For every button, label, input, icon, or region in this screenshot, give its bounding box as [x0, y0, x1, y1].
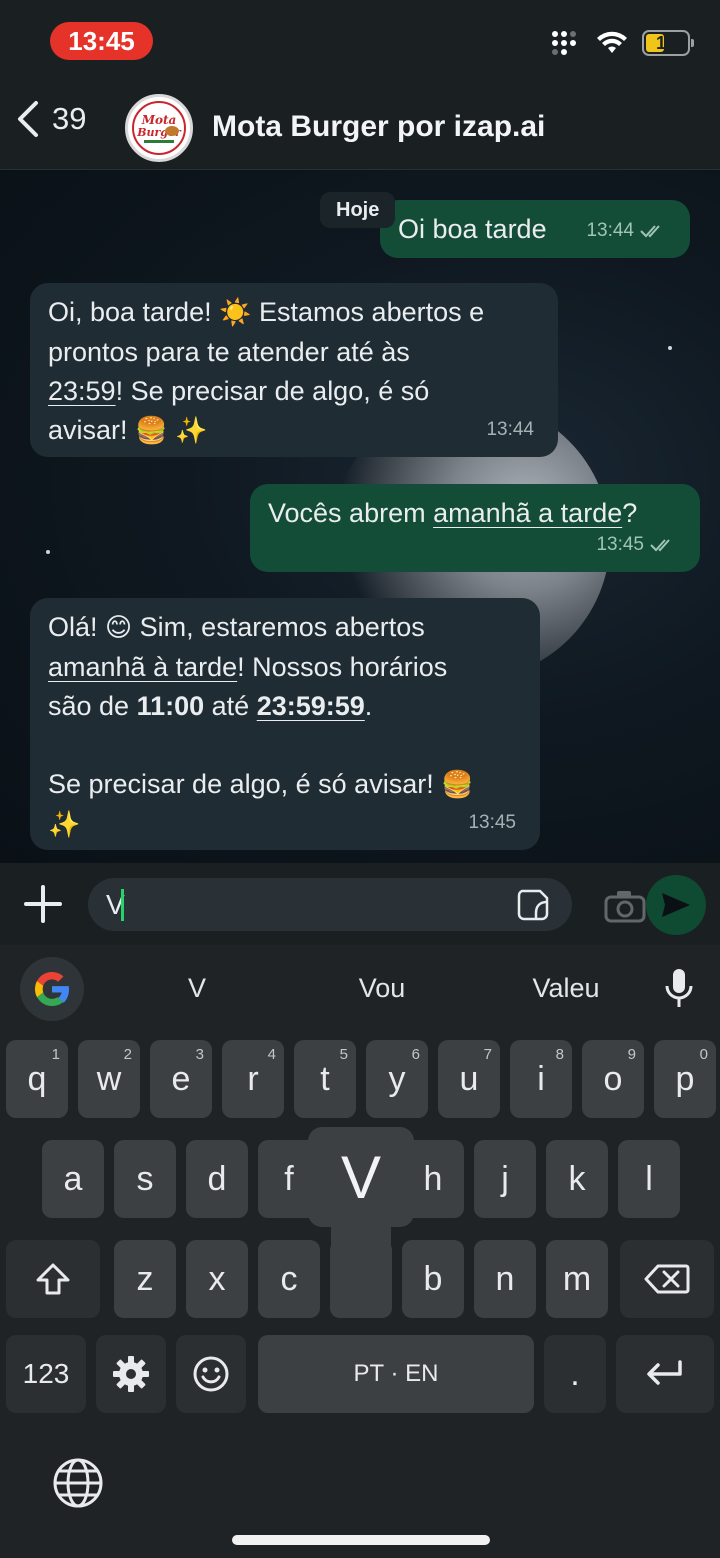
key-p[interactable]: p0 — [654, 1040, 716, 1118]
home-indicator — [232, 1535, 490, 1545]
key-b[interactable]: b — [402, 1240, 464, 1318]
suggestion-1[interactable]: V — [122, 973, 272, 1004]
smile-emoji-icon: 😊 — [105, 613, 133, 643]
burger-emoji-icon: 🍔 — [135, 416, 168, 446]
status-icons: 18 — [552, 30, 694, 56]
shift-icon — [36, 1263, 70, 1295]
message-list[interactable]: Hoje Oi boa tarde 13:44 Oi, boa tarde! ☀… — [0, 170, 720, 863]
suggestion-strip: V Vou Valeu — [0, 945, 720, 1033]
key-d[interactable]: d — [186, 1140, 248, 1218]
keyboard: V Vou Valeu q1 w2 e3 r4 t5 y6 u7 i8 o9 p… — [0, 945, 720, 1558]
backspace-key[interactable] — [620, 1240, 714, 1318]
settings-key[interactable] — [96, 1335, 166, 1413]
sparkles-emoji-icon: ✨ — [174, 416, 208, 446]
chat-title[interactable]: Mota Burger por izap.ai — [212, 110, 545, 144]
message-bubble-incoming[interactable]: Olá! 😊 Sim, estaremos abertos amanhã à t… — [30, 598, 540, 850]
message-time: 13:45 — [596, 534, 644, 555]
text-caret — [121, 889, 124, 921]
sun-emoji-icon: ☀️ — [219, 298, 252, 328]
smiley-icon — [193, 1356, 229, 1392]
message-bubble-outgoing[interactable]: Vocês abrem amanhã a tarde? 13:45 — [250, 484, 700, 572]
key-j[interactable]: j — [474, 1140, 536, 1218]
key-o[interactable]: o9 — [582, 1040, 644, 1118]
google-button[interactable] — [20, 957, 84, 1021]
status-time: 13:45 — [50, 22, 153, 60]
backspace-icon — [644, 1264, 690, 1294]
chevron-left-icon — [18, 101, 38, 137]
wifi-icon — [597, 31, 627, 53]
message-meta: 13:45 — [468, 803, 516, 842]
key-preview-stem — [331, 1227, 391, 1317]
message-time: 13:44 — [486, 419, 534, 440]
key-i[interactable]: i8 — [510, 1040, 572, 1118]
key-preview-popup: V — [308, 1127, 414, 1227]
key-n[interactable]: n — [474, 1240, 536, 1318]
message-time: 13:45 — [468, 812, 516, 833]
back-button[interactable]: 39 — [14, 100, 86, 138]
enter-icon — [647, 1360, 682, 1385]
wallpaper-star — [668, 346, 672, 350]
key-l[interactable]: l — [618, 1140, 680, 1218]
message-text: Oi, boa tarde! ☀️ Estamos abertos e pron… — [48, 297, 485, 446]
send-icon — [662, 893, 690, 917]
chat-header: 13:45 18 39 Mota Burger Mota Burger por … — [0, 0, 720, 170]
key-k[interactable]: k — [546, 1140, 608, 1218]
attach-plus-button[interactable] — [22, 883, 64, 925]
cellular-signal-icon — [552, 31, 582, 55]
camera-icon[interactable] — [604, 889, 646, 923]
enter-key[interactable] — [616, 1335, 714, 1413]
key-t[interactable]: t5 — [294, 1040, 356, 1118]
key-r[interactable]: r4 — [222, 1040, 284, 1118]
double-check-icon — [650, 538, 670, 551]
key-w[interactable]: w2 — [78, 1040, 140, 1118]
emoji-key[interactable] — [176, 1335, 246, 1413]
numbers-key[interactable]: 123 — [6, 1335, 86, 1413]
space-key[interactable]: PT · EN — [258, 1335, 534, 1413]
unread-count: 39 — [52, 101, 87, 136]
key-q[interactable]: q1 — [6, 1040, 68, 1118]
message-bubble-outgoing[interactable]: Oi boa tarde 13:44 — [380, 200, 690, 258]
key-c[interactable]: c — [258, 1240, 320, 1318]
sparkles-emoji-icon: ✨ — [48, 810, 81, 840]
key-e[interactable]: e3 — [150, 1040, 212, 1118]
message-text: Olá! 😊 Sim, estaremos abertos amanhã à t… — [48, 612, 474, 840]
double-check-icon — [640, 224, 660, 237]
sticker-icon[interactable] — [516, 888, 550, 922]
shift-key[interactable] — [6, 1240, 100, 1318]
logo-image: Mota Burger — [129, 98, 189, 158]
message-meta: 13:44 — [486, 410, 534, 449]
key-m[interactable]: m — [546, 1240, 608, 1318]
burger-emoji-icon: 🍔 — [441, 770, 474, 800]
send-button[interactable] — [646, 875, 706, 935]
key-a[interactable]: a — [42, 1140, 104, 1218]
composer-bar — [0, 863, 720, 945]
key-u[interactable]: u7 — [438, 1040, 500, 1118]
battery-icon: 18 — [642, 30, 694, 56]
battery-level: 18 — [655, 32, 677, 53]
key-s[interactable]: s — [114, 1140, 176, 1218]
message-text: Oi boa tarde — [398, 214, 547, 244]
message-bubble-incoming[interactable]: Oi, boa tarde! ☀️ Estamos abertos e pron… — [30, 283, 558, 457]
suggestion-3[interactable]: Valeu — [491, 973, 641, 1004]
message-meta: 13:45 — [596, 525, 676, 564]
suggestion-2[interactable]: Vou — [307, 973, 457, 1004]
message-time: 13:44 — [586, 220, 634, 241]
message-meta: 13:44 — [586, 211, 666, 250]
globe-icon[interactable] — [52, 1457, 104, 1509]
wallpaper-star — [46, 550, 50, 554]
key-x[interactable]: x — [186, 1240, 248, 1318]
svg-text:Mota: Mota — [141, 113, 177, 127]
microphone-icon[interactable] — [662, 967, 696, 1009]
key-y[interactable]: y6 — [366, 1040, 428, 1118]
avatar[interactable]: Mota Burger — [125, 94, 193, 162]
period-key[interactable]: . — [544, 1335, 606, 1413]
google-g-icon — [35, 972, 69, 1006]
gear-icon — [113, 1356, 149, 1392]
date-separator: Hoje — [320, 192, 396, 228]
message-input[interactable] — [88, 878, 572, 931]
key-z[interactable]: z — [114, 1240, 176, 1318]
